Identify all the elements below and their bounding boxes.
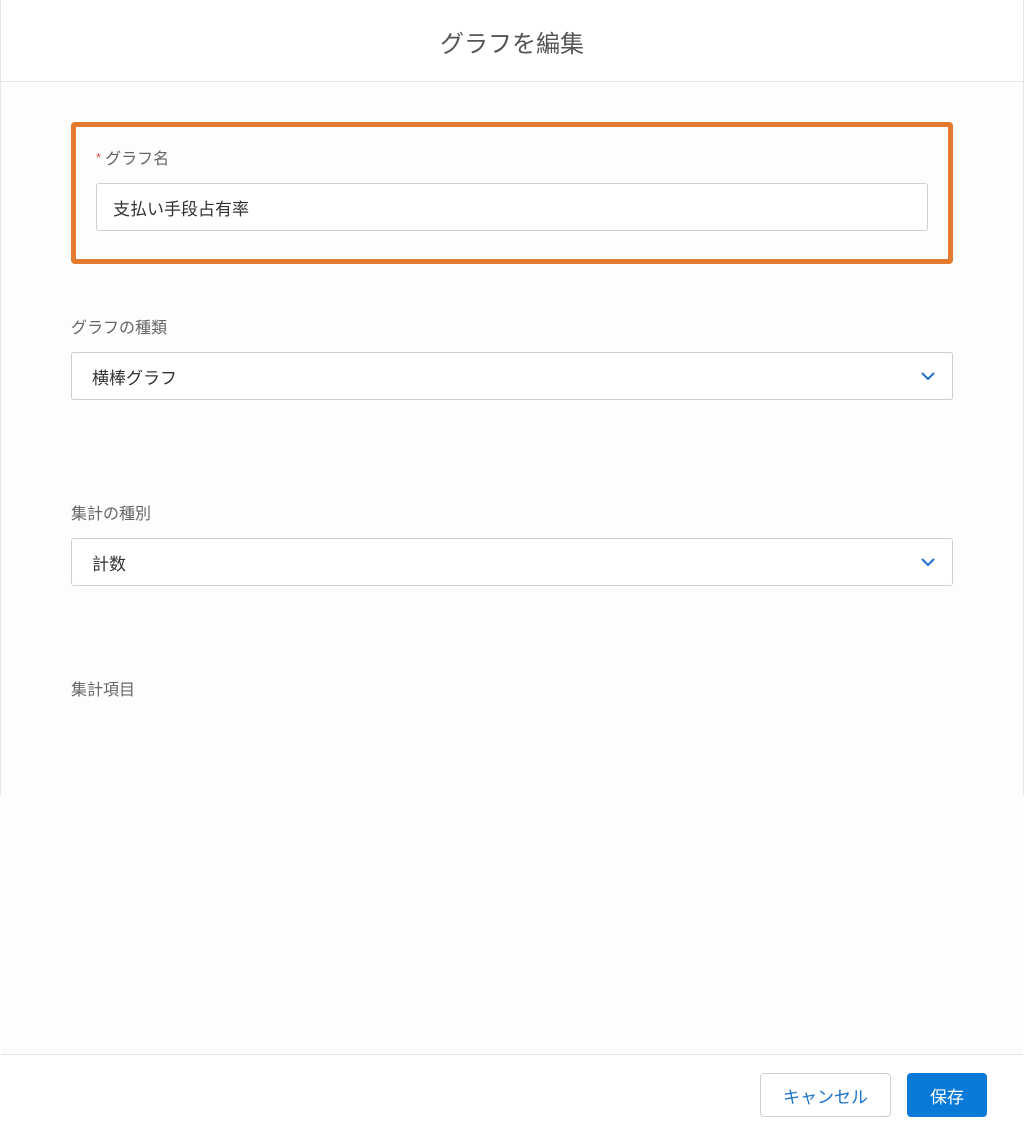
graph-name-highlight: * グラフ名 [71, 122, 953, 264]
edit-graph-dialog: グラフを編集 * グラフ名 グラフの種類 横棒グラフ [0, 0, 1024, 795]
aggregation-type-value: 計数 [71, 538, 953, 586]
graph-name-label: * グラフ名 [96, 145, 928, 169]
dialog-footer: キャンセル 保存 [1, 1055, 1023, 1135]
dialog-body-scroll[interactable]: * グラフ名 グラフの種類 横棒グラフ 集計の種別 [1, 82, 1023, 1054]
dialog-body-wrap: * グラフ名 グラフの種類 横棒グラフ 集計の種別 [1, 81, 1023, 1055]
chart-type-section: グラフの種類 横棒グラフ [71, 314, 953, 400]
required-mark-icon: * [96, 150, 101, 165]
chart-type-select[interactable]: 横棒グラフ [71, 352, 953, 400]
spacer [71, 460, 953, 500]
aggregation-type-section: 集計の種別 計数 [71, 500, 953, 586]
aggregation-field-section: 集計項目 [71, 676, 953, 700]
cancel-button[interactable]: キャンセル [760, 1073, 891, 1117]
aggregation-field-label: 集計項目 [71, 676, 953, 700]
dialog-title: グラフを編集 [1, 0, 1023, 81]
spacer [71, 646, 953, 676]
aggregation-type-select[interactable]: 計数 [71, 538, 953, 586]
chart-type-value: 横棒グラフ [71, 352, 953, 400]
overflow-spacer [71, 714, 953, 1014]
chart-type-label: グラフの種類 [71, 314, 953, 338]
aggregation-type-label: 集計の種別 [71, 500, 953, 524]
save-button[interactable]: 保存 [907, 1073, 987, 1117]
graph-name-input[interactable] [96, 183, 928, 231]
graph-name-label-text: グラフ名 [105, 145, 169, 169]
